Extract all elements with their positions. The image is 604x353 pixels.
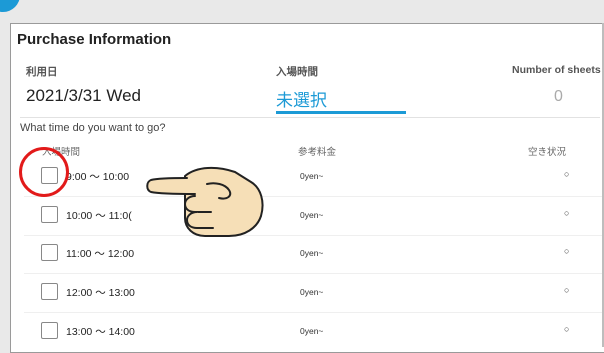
- time-slot-label: 10:00 ～ 11:0(: [66, 210, 132, 222]
- time-slot-label: 11:00 ～ 12:00: [66, 248, 135, 260]
- availability-cell: ○: [564, 285, 570, 295]
- time-slot-checkbox[interactable]: [41, 283, 58, 300]
- availability-cell: ○: [564, 324, 570, 334]
- question-text: What time do you want to go?: [20, 122, 166, 134]
- highlight-circle: [19, 147, 69, 197]
- table-row: 12:00 ～ 13:00 0yen~ ○: [24, 277, 604, 313]
- pointing-hand-icon: [146, 166, 264, 237]
- date-label: 利用日: [26, 66, 58, 78]
- row-divider: [24, 312, 604, 313]
- price-cell: 0yen~: [300, 248, 324, 258]
- row-divider: [24, 235, 604, 236]
- page-title: Purchase Information: [17, 31, 172, 48]
- row-divider: [24, 273, 604, 274]
- table-row: 9:00 ～ 10:00 0yen~ ○: [24, 161, 604, 197]
- time-select-underline: [276, 111, 406, 114]
- price-cell: 0yen~: [300, 326, 324, 336]
- row-divider: [24, 196, 604, 197]
- availability-cell: ○: [564, 169, 570, 179]
- col-header-price: 参考料金: [298, 147, 337, 158]
- sheets-value[interactable]: 0: [554, 88, 563, 106]
- col-header-availability: 空き状況: [528, 147, 567, 158]
- time-slot-label: 9:00 ～ 10:00: [66, 171, 130, 183]
- time-slot-label: 13:00 ～ 14:00: [66, 326, 135, 338]
- table-row: 11:00 ～ 12:00 0yen~ ○: [24, 238, 604, 274]
- price-cell: 0yen~: [300, 287, 324, 297]
- sheets-label: Number of sheets: [512, 64, 601, 76]
- availability-cell: ○: [564, 208, 570, 218]
- price-cell: 0yen~: [300, 210, 324, 220]
- time-slot-checkbox[interactable]: [41, 244, 58, 261]
- divider: [20, 117, 600, 118]
- time-label: 入場時間: [276, 66, 318, 78]
- time-slot-checkbox[interactable]: [41, 322, 58, 339]
- time-select[interactable]: 未選択: [276, 86, 327, 111]
- table-row: 10:00 ～ 11:0( 0yen~ ○: [24, 200, 604, 236]
- time-slot-label: 12:00 ～ 13:00: [66, 287, 135, 299]
- availability-cell: ○: [564, 246, 570, 256]
- brand-circle-icon: [0, 0, 20, 12]
- price-cell: 0yen~: [300, 171, 324, 181]
- date-value[interactable]: 2021/3/31 Wed: [26, 86, 141, 106]
- time-slot-checkbox[interactable]: [41, 206, 58, 223]
